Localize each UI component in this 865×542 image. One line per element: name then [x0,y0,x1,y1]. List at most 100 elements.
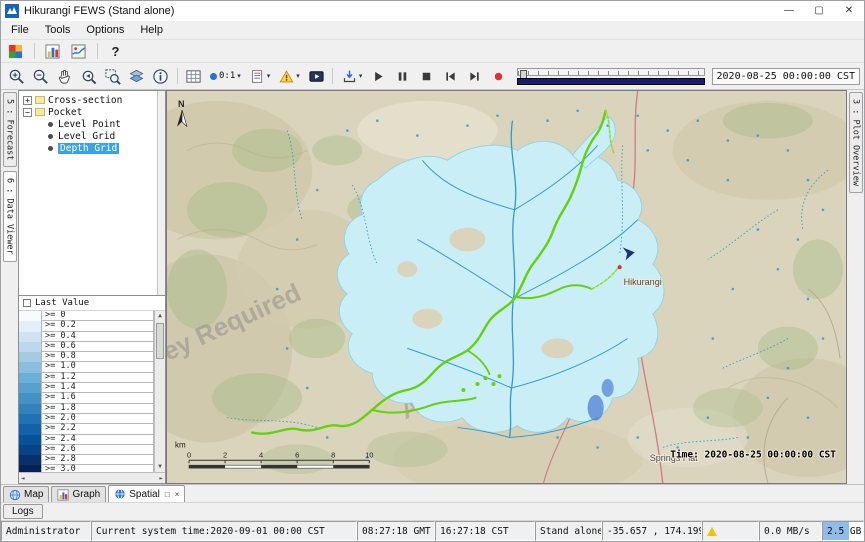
pan-hand-icon[interactable] [53,65,76,87]
tab-forecast[interactable]: 5 : Forecast [3,92,17,167]
tree-leaf-level-grid[interactable]: Level Grid [19,130,165,142]
record-button[interactable] [487,65,510,87]
legend-row[interactable]: >= 0 [19,311,154,321]
legend-color-swatch [19,321,41,331]
time-slider-track[interactable] [517,68,704,76]
step-forward-button[interactable] [463,65,486,87]
close-tab-icon[interactable]: × [173,490,180,499]
status-local-time: 16:27:18 CST [435,521,535,541]
logs-bar: Logs [1,502,864,520]
menu-item[interactable]: Tools [37,24,79,36]
legend-row[interactable]: >= 2.4 [19,435,154,445]
toolbar-separator [30,40,38,62]
warnings-combo[interactable]: ▾ [275,65,304,87]
legend-row[interactable]: >= 1.4 [19,383,154,393]
tab-data-viewer[interactable]: 6 : Data Viewer [3,171,17,262]
legend-row[interactable]: >= 0.6 [19,342,154,352]
status-user: Administrator [1,521,91,541]
legend-color-swatch [19,342,41,352]
tree-leaf-level-point[interactable]: Level Point [19,118,165,130]
legend-row[interactable]: >= 2.8 [19,455,154,465]
legend-color-swatch [19,404,41,414]
zoom-out-icon[interactable] [29,65,52,87]
help-icon[interactable]: ? [104,40,127,62]
scrollbar-thumb[interactable] [156,323,164,359]
export-combo[interactable]: ▾ [338,65,367,87]
scroll-up-icon[interactable]: ▲ [158,311,162,321]
tree-node-pocket[interactable]: − Pocket [19,106,165,118]
database-icon[interactable] [4,40,27,62]
legend-color-swatch [19,352,41,362]
zoom-in-icon[interactable] [5,65,28,87]
menu-item[interactable]: File [3,24,37,36]
legend-color-swatch [19,445,41,455]
toolbar-separator [93,40,101,62]
menu-item[interactable]: Options [78,24,132,36]
time-availability-bar [517,78,704,85]
step-back-button[interactable] [439,65,462,87]
animation-icon[interactable] [305,65,328,87]
stop-button[interactable] [415,65,438,87]
map-toolbar: 0:1 ▾ ▾ ▾ ▾ [1,63,864,90]
globe-icon [9,489,21,501]
play-button[interactable] [367,65,390,87]
legend-row[interactable]: >= 1.8 [19,404,154,414]
pause-button[interactable] [391,65,414,87]
tree-scrollbar[interactable] [157,91,165,295]
tab-graph[interactable]: Graph [51,486,106,502]
zoom-extent-icon[interactable] [101,65,124,87]
menu-item[interactable]: Help [132,24,171,36]
legend-row[interactable]: >= 2.2 [19,424,154,434]
collapse-icon[interactable]: − [23,108,32,117]
point-ratio-combo[interactable]: 0:1 ▾ [206,65,245,87]
time-slider[interactable] [517,66,704,87]
scroll-right-icon[interactable]: ► [159,475,163,482]
map-display-icon[interactable] [67,40,90,62]
app-logo-icon [5,4,19,18]
tab-plot-overview[interactable]: 3 : Plot Overview [849,92,863,193]
legend-list: >= 0 >= 0.2 >= 0.4 >= 0.6 >= 0.8 [19,311,154,472]
minimize-button[interactable]: — [774,1,804,21]
close-button[interactable]: ✕ [834,1,864,21]
report-combo[interactable]: ▾ [246,65,275,87]
legend-row[interactable]: >= 0.4 [19,332,154,342]
legend-row[interactable]: >= 1.6 [19,393,154,403]
layers-icon[interactable] [125,65,148,87]
map-viewport[interactable]: API Key Required API Key Required [166,90,847,484]
bar-chart-icon [57,489,69,501]
legend-row[interactable]: >= 2.6 [19,445,154,455]
legend-color-swatch [19,332,41,342]
chevron-down-icon: ▾ [237,72,241,80]
last-value-checkbox[interactable] [23,299,31,307]
info-icon[interactable] [149,65,172,87]
logs-button[interactable]: Logs [3,504,43,519]
svg-text:6: 6 [295,450,299,459]
legend-horizontal-scrollbar[interactable]: ◄ ► [19,472,165,483]
legend-vertical-scrollbar[interactable]: ▲ ▼ [154,311,165,472]
layer-bullet-icon [48,146,53,151]
chart-display-icon[interactable] [41,40,64,62]
right-tab-strip: 3 : Plot Overview [847,90,864,484]
tree-node-cross-section[interactable]: + Cross-section [19,94,165,106]
legend-panel: Last Value >= 0 >= 0.2 >= 0.4 [19,296,165,483]
layer-bullet-icon [48,134,53,139]
grid-display-icon[interactable] [182,65,205,87]
expand-icon[interactable]: + [23,96,32,105]
zoom-previous-icon[interactable] [77,65,100,87]
legend-row[interactable]: >= 0.8 [19,352,154,362]
folder-icon [35,96,45,104]
maximize-button[interactable]: ▢ [804,1,834,21]
legend-row[interactable]: >= 1.2 [19,373,154,383]
legend-row[interactable]: >= 2.0 [19,414,154,424]
tree-leaf-depth-grid[interactable]: Depth Grid [19,142,165,154]
scroll-down-icon[interactable]: ▼ [158,462,162,472]
map-canvas: API Key Required API Key Required [167,91,846,483]
left-tab-strip: 5 : Forecast 6 : Data Viewer [1,90,18,484]
status-mode: Stand alone [535,521,602,541]
legend-row[interactable]: >= 0.2 [19,321,154,331]
scroll-left-icon[interactable]: ◄ [21,475,25,482]
legend-row[interactable]: >= 1.0 [19,362,154,372]
detach-tab-icon[interactable]: □ [163,490,170,499]
tab-map[interactable]: Map [3,486,49,502]
tab-spatial[interactable]: Spatial □ × [108,485,185,502]
